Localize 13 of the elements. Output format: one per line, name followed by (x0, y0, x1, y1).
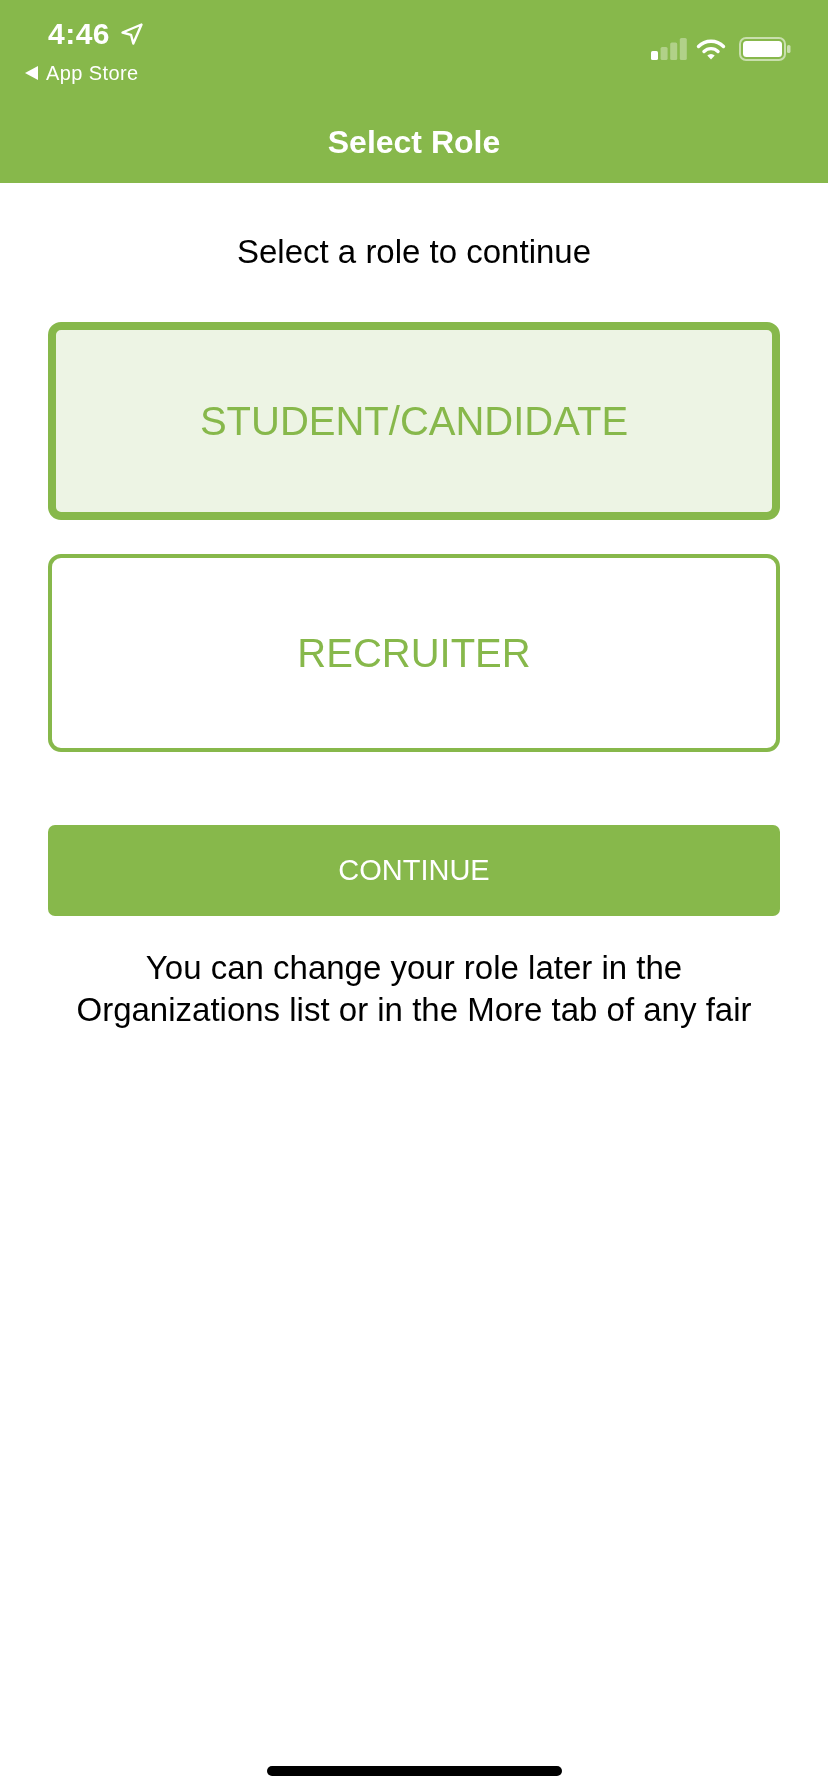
continue-button[interactable]: CONTINUE (48, 825, 780, 916)
signal-icon (651, 38, 687, 60)
instruction-text: Select a role to continue (235, 233, 593, 271)
role-option[interactable]: RECRUITER (48, 554, 780, 752)
wifi-icon (696, 38, 726, 60)
screen-title: Select Role (327, 122, 501, 161)
back-triangle-icon (25, 66, 38, 80)
location-arrow-icon (120, 22, 145, 46)
role-option[interactable]: STUDENT/CANDIDATE (48, 322, 780, 520)
back-to-app-button[interactable]: App Store (22, 61, 145, 85)
battery-icon (739, 37, 791, 61)
help-text: You can change your role later in the Organizations list or in the More tab of any fair (75, 948, 753, 1030)
status-time: 4:46 (48, 17, 111, 51)
